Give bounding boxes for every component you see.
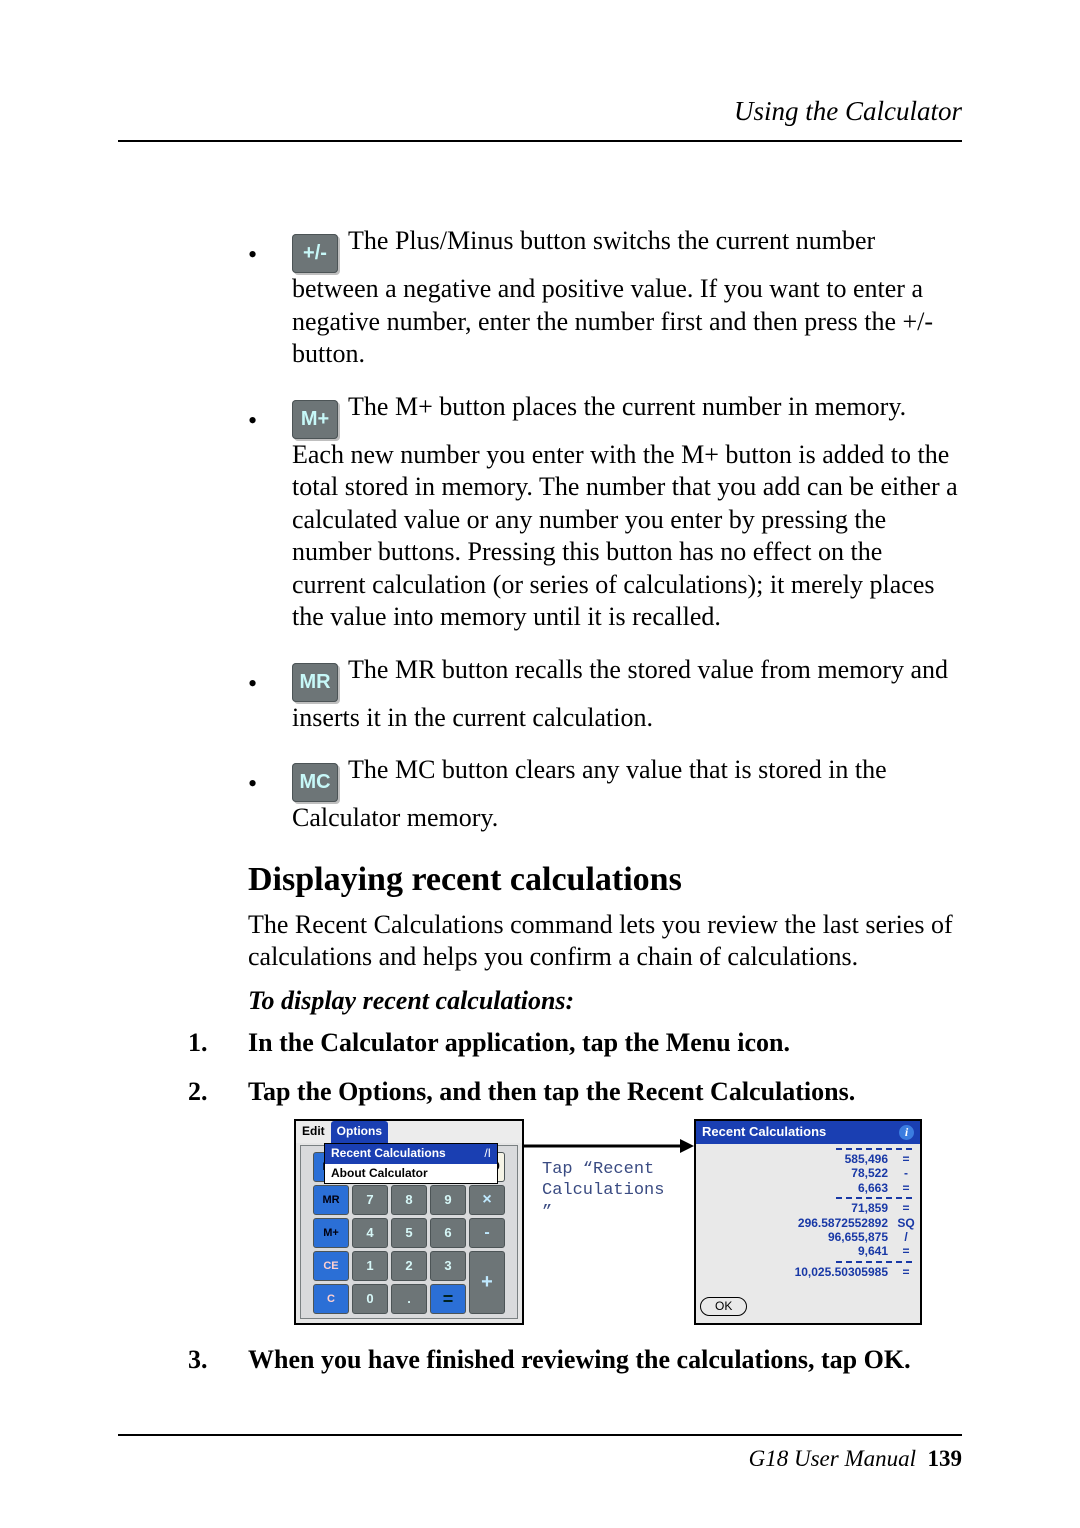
header-rule <box>118 140 962 142</box>
key-5[interactable]: 5 <box>391 1218 427 1248</box>
m-plus-icon: M+ <box>292 400 338 439</box>
bullet-plusminus: • +/- The Plus/Minus button switchs the … <box>248 225 962 371</box>
key-mr[interactable]: MR <box>313 1185 349 1215</box>
history-value: 585,496 <box>738 1152 888 1166</box>
page-number: 139 <box>928 1446 963 1471</box>
dialog-titlebar: Recent Calculations i <box>696 1121 920 1144</box>
running-header: Using the Calculator <box>734 96 962 127</box>
key-3[interactable]: 3 <box>430 1251 466 1281</box>
manual-name: G18 User Manual <box>749 1446 916 1471</box>
mr-icon: MR <box>292 663 338 702</box>
step-2: Tap the Options, and then tap the Recent… <box>248 1075 962 1325</box>
steps-list: In the Calculator application, tap the M… <box>248 1026 962 1377</box>
history-op: = <box>896 1201 916 1215</box>
history-row: 78,522- <box>700 1166 916 1180</box>
footer-text: G18 User Manual 139 <box>749 1446 962 1472</box>
bullet-mr: • MR The MR button recalls the stored va… <box>248 654 962 735</box>
bullet-dot: • <box>248 405 257 438</box>
history-row: 9,641 = <box>700 1244 916 1258</box>
history-value: 96,655,875 <box>738 1230 888 1244</box>
key-c[interactable]: C <box>313 1284 349 1314</box>
key-4[interactable]: 4 <box>352 1218 388 1248</box>
key-mplus[interactable]: M+ <box>313 1218 349 1248</box>
menu-recent-calculations[interactable]: Recent Calculations /I <box>325 1144 497 1164</box>
history-op: / <box>896 1230 916 1244</box>
key-multiply[interactable]: × <box>469 1185 505 1215</box>
history-op: SQ <box>896 1216 916 1230</box>
menu-label: About Calculator <box>331 1166 428 1182</box>
history-row: 6,663 = <box>700 1181 916 1195</box>
tab-edit[interactable]: Edit <box>296 1121 331 1143</box>
history-value: 6,663 <box>738 1181 888 1195</box>
bullet-mplus: • M+ The M+ button places the current nu… <box>248 391 962 634</box>
key-equals[interactable]: = <box>430 1284 466 1314</box>
plus-minus-icon: +/- <box>292 234 338 273</box>
history-row: 296.5872552892 SQ <box>700 1216 916 1230</box>
ok-button[interactable]: OK <box>700 1297 747 1316</box>
key-0[interactable]: 0 <box>352 1284 388 1314</box>
bullet-text: The MR button recalls the stored value f… <box>292 655 948 732</box>
calc-history-list: 585,496 = 78,522- 6,663 = 71,859 = 296.5872… <box>696 1144 920 1281</box>
key-7[interactable]: 7 <box>352 1185 388 1215</box>
menu-label: Recent Calculations <box>331 1146 446 1162</box>
dialog-footer: OK <box>696 1281 920 1323</box>
key-1[interactable]: 1 <box>352 1251 388 1281</box>
key-9[interactable]: 9 <box>430 1185 466 1215</box>
history-row: 71,859 = <box>700 1201 916 1215</box>
dialog-title: Recent Calculations <box>702 1124 826 1141</box>
history-value: 71,859 <box>738 1201 888 1215</box>
menu-about-calculator[interactable]: About Calculator <box>325 1164 497 1184</box>
figure-recent-calculations-dialog: Recent Calculations i 585,496 = 78,522- 6… <box>694 1119 922 1325</box>
bullet-mc: • MC The MC button clears any value that… <box>248 754 962 835</box>
key-ce[interactable]: CE <box>313 1251 349 1281</box>
divider-dashed <box>836 1197 912 1199</box>
history-row: 96,655,875 / <box>700 1230 916 1244</box>
section-intro: The Recent Calculations command lets you… <box>248 909 962 974</box>
figure-calculator-app: Edit Options Recent Calculations /I Abou… <box>294 1119 524 1325</box>
key-8[interactable]: 8 <box>391 1185 427 1215</box>
info-icon[interactable]: i <box>899 1125 914 1140</box>
arrow-right-icon <box>522 1133 694 1159</box>
history-op: - <box>896 1166 916 1180</box>
history-op: = <box>896 1265 916 1279</box>
section-subhead: To display recent calculations: <box>248 986 962 1016</box>
bullet-text: The MC button clears any value that is s… <box>292 755 887 832</box>
history-value: 9,641 <box>738 1244 888 1258</box>
history-row: 10,025.50305985 = <box>700 1265 916 1279</box>
history-value: 78,522 <box>738 1166 888 1180</box>
tab-options[interactable]: Options <box>331 1121 388 1143</box>
bullet-dot: • <box>248 768 257 801</box>
history-op: = <box>896 1244 916 1258</box>
figure-arrow-caption: Tap “Recent Calculations ” <box>524 1119 694 1325</box>
bullet-text: The M+ button places the current number … <box>292 392 958 632</box>
figure: Edit Options Recent Calculations /I Abou… <box>294 1119 962 1325</box>
feature-bullets: • +/- The Plus/Minus button switchs the … <box>248 225 962 835</box>
mc-icon: MC <box>292 763 338 802</box>
divider-dashed <box>836 1148 912 1150</box>
bullet-dot: • <box>248 668 257 701</box>
key-plus[interactable]: + <box>469 1251 505 1314</box>
menu-shortcut: /I <box>484 1146 491 1162</box>
key-dot[interactable]: . <box>391 1284 427 1314</box>
history-value: 296.5872552892 <box>738 1216 888 1230</box>
footer-rule <box>118 1434 962 1436</box>
arrow-caption-text: Tap “Recent Calculations ” <box>542 1159 664 1223</box>
section-heading: Displaying recent calculations <box>248 861 962 899</box>
step-3: When you have finished reviewing the cal… <box>248 1343 962 1377</box>
key-6[interactable]: 6 <box>430 1218 466 1248</box>
key-2[interactable]: 2 <box>391 1251 427 1281</box>
bullet-dot: • <box>248 239 257 272</box>
divider-dashed <box>836 1261 912 1263</box>
bullet-text: The Plus/Minus button switchs the curren… <box>292 226 933 368</box>
history-op: = <box>896 1181 916 1195</box>
step-1: In the Calculator application, tap the M… <box>248 1026 962 1060</box>
tab-bar: Edit Options <box>296 1121 522 1143</box>
history-op: = <box>896 1152 916 1166</box>
history-row: 585,496 = <box>700 1152 916 1166</box>
options-menu: Recent Calculations /I About Calculator <box>324 1143 498 1184</box>
step-2-text: Tap the Options, and then tap the Recent… <box>248 1077 855 1106</box>
history-value: 10,025.50305985 <box>738 1265 888 1279</box>
main-content: • +/- The Plus/Minus button switchs the … <box>248 225 962 1393</box>
key-minus[interactable]: - <box>469 1218 505 1248</box>
